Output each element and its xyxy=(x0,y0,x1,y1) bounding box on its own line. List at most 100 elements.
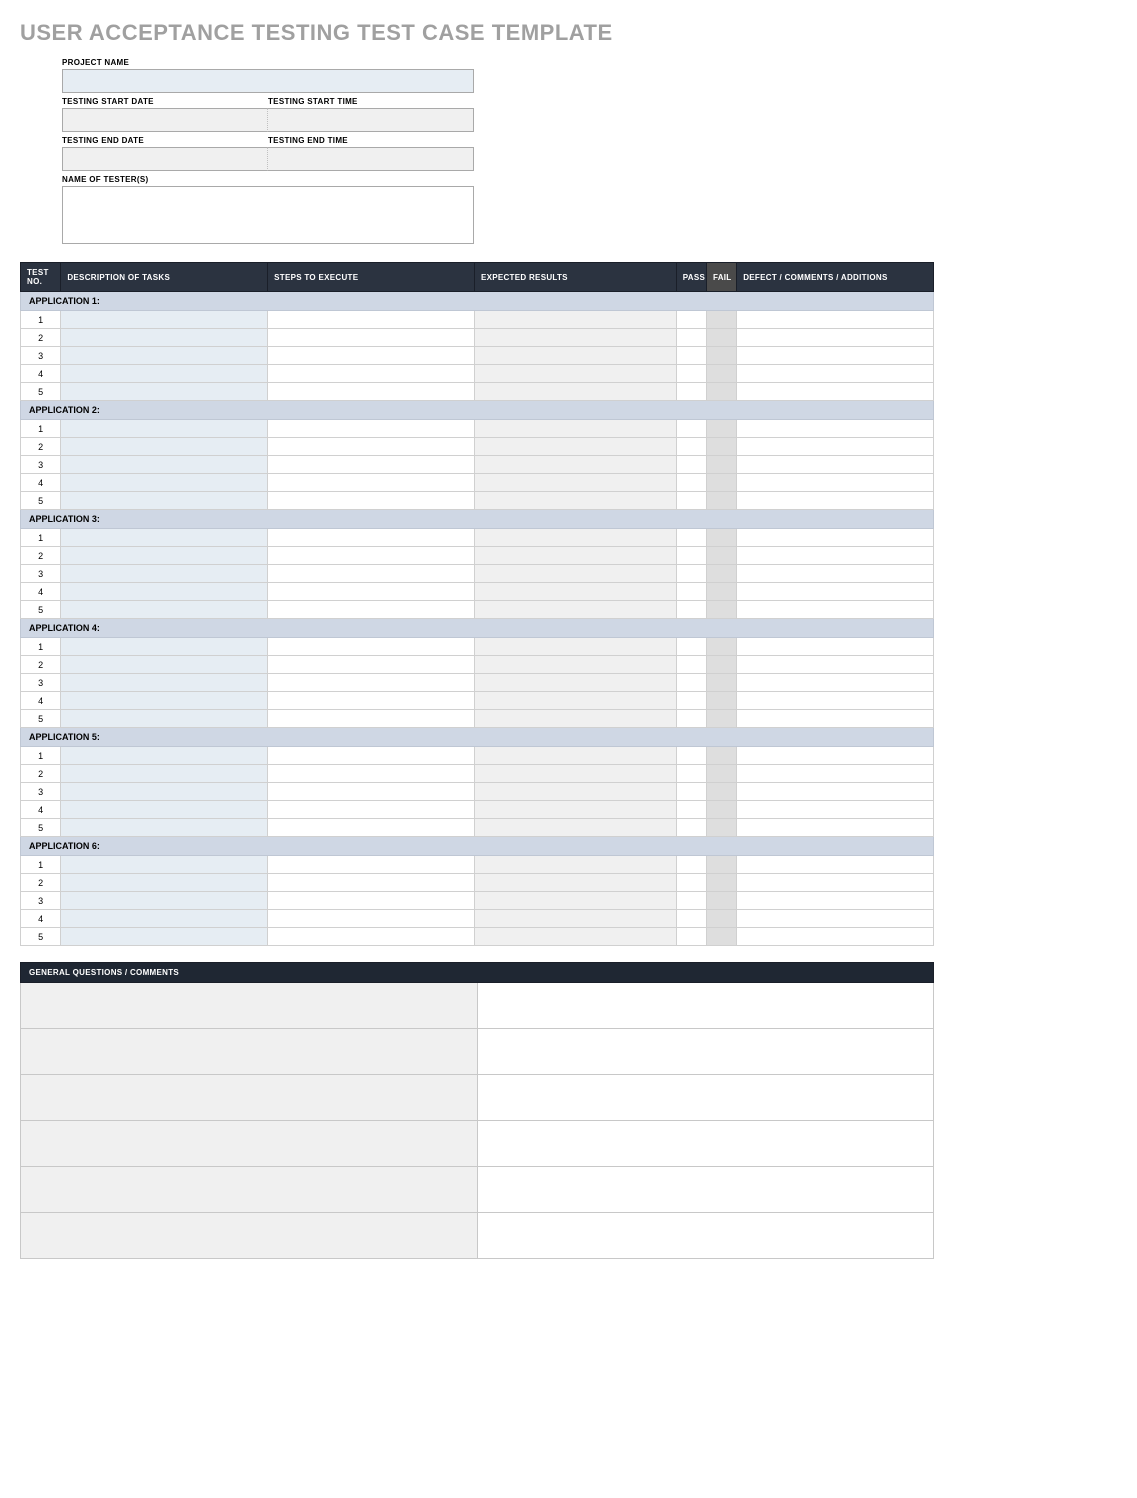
cell-pass[interactable] xyxy=(676,801,706,819)
cell-defect[interactable] xyxy=(737,874,934,892)
cell-steps[interactable] xyxy=(268,474,475,492)
cell-pass[interactable] xyxy=(676,928,706,946)
gq-comment-cell[interactable] xyxy=(477,983,934,1029)
cell-fail[interactable] xyxy=(706,656,736,674)
cell-test-no[interactable]: 3 xyxy=(21,456,61,474)
cell-fail[interactable] xyxy=(706,438,736,456)
field-start-date[interactable] xyxy=(62,108,268,132)
cell-pass[interactable] xyxy=(676,583,706,601)
cell-defect[interactable] xyxy=(737,456,934,474)
cell-pass[interactable] xyxy=(676,329,706,347)
cell-defect[interactable] xyxy=(737,765,934,783)
cell-defect[interactable] xyxy=(737,801,934,819)
cell-defect[interactable] xyxy=(737,710,934,728)
gq-comment-cell[interactable] xyxy=(477,1213,934,1259)
cell-description[interactable] xyxy=(61,765,268,783)
cell-pass[interactable] xyxy=(676,910,706,928)
cell-test-no[interactable]: 1 xyxy=(21,856,61,874)
cell-steps[interactable] xyxy=(268,311,475,329)
cell-expected[interactable] xyxy=(474,910,676,928)
cell-steps[interactable] xyxy=(268,801,475,819)
cell-steps[interactable] xyxy=(268,365,475,383)
cell-fail[interactable] xyxy=(706,874,736,892)
cell-description[interactable] xyxy=(61,456,268,474)
cell-fail[interactable] xyxy=(706,765,736,783)
cell-description[interactable] xyxy=(61,674,268,692)
field-end-time[interactable] xyxy=(268,147,474,171)
cell-pass[interactable] xyxy=(676,565,706,583)
cell-defect[interactable] xyxy=(737,474,934,492)
cell-test-no[interactable]: 3 xyxy=(21,565,61,583)
cell-description[interactable] xyxy=(61,928,268,946)
cell-test-no[interactable]: 4 xyxy=(21,474,61,492)
cell-steps[interactable] xyxy=(268,765,475,783)
cell-test-no[interactable]: 4 xyxy=(21,692,61,710)
cell-expected[interactable] xyxy=(474,928,676,946)
cell-fail[interactable] xyxy=(706,329,736,347)
cell-description[interactable] xyxy=(61,638,268,656)
cell-fail[interactable] xyxy=(706,783,736,801)
cell-test-no[interactable]: 5 xyxy=(21,601,61,619)
cell-defect[interactable] xyxy=(737,674,934,692)
cell-steps[interactable] xyxy=(268,420,475,438)
cell-description[interactable] xyxy=(61,474,268,492)
cell-pass[interactable] xyxy=(676,638,706,656)
gq-number-cell[interactable] xyxy=(21,1167,478,1213)
cell-steps[interactable] xyxy=(268,329,475,347)
cell-expected[interactable] xyxy=(474,874,676,892)
cell-defect[interactable] xyxy=(737,420,934,438)
cell-description[interactable] xyxy=(61,365,268,383)
cell-expected[interactable] xyxy=(474,529,676,547)
cell-defect[interactable] xyxy=(737,347,934,365)
cell-description[interactable] xyxy=(61,420,268,438)
cell-defect[interactable] xyxy=(737,638,934,656)
gq-number-cell[interactable] xyxy=(21,1029,478,1075)
cell-test-no[interactable]: 2 xyxy=(21,656,61,674)
cell-defect[interactable] xyxy=(737,492,934,510)
gq-number-cell[interactable] xyxy=(21,1213,478,1259)
cell-description[interactable] xyxy=(61,383,268,401)
cell-expected[interactable] xyxy=(474,456,676,474)
gq-comment-cell[interactable] xyxy=(477,1121,934,1167)
cell-pass[interactable] xyxy=(676,547,706,565)
cell-expected[interactable] xyxy=(474,856,676,874)
cell-pass[interactable] xyxy=(676,311,706,329)
gq-number-cell[interactable] xyxy=(21,1121,478,1167)
cell-defect[interactable] xyxy=(737,383,934,401)
cell-fail[interactable] xyxy=(706,583,736,601)
gq-comment-cell[interactable] xyxy=(477,1075,934,1121)
cell-test-no[interactable]: 5 xyxy=(21,383,61,401)
cell-expected[interactable] xyxy=(474,583,676,601)
cell-pass[interactable] xyxy=(676,347,706,365)
cell-description[interactable] xyxy=(61,565,268,583)
cell-description[interactable] xyxy=(61,529,268,547)
cell-defect[interactable] xyxy=(737,565,934,583)
cell-description[interactable] xyxy=(61,347,268,365)
field-start-time[interactable] xyxy=(268,108,474,132)
cell-defect[interactable] xyxy=(737,819,934,837)
cell-defect[interactable] xyxy=(737,438,934,456)
cell-test-no[interactable]: 3 xyxy=(21,347,61,365)
cell-description[interactable] xyxy=(61,601,268,619)
cell-pass[interactable] xyxy=(676,601,706,619)
cell-steps[interactable] xyxy=(268,347,475,365)
cell-fail[interactable] xyxy=(706,747,736,765)
cell-defect[interactable] xyxy=(737,747,934,765)
cell-steps[interactable] xyxy=(268,601,475,619)
cell-fail[interactable] xyxy=(706,692,736,710)
cell-description[interactable] xyxy=(61,801,268,819)
cell-test-no[interactable]: 2 xyxy=(21,438,61,456)
cell-description[interactable] xyxy=(61,547,268,565)
cell-description[interactable] xyxy=(61,710,268,728)
cell-pass[interactable] xyxy=(676,474,706,492)
field-project-name[interactable] xyxy=(62,69,474,93)
cell-description[interactable] xyxy=(61,819,268,837)
cell-steps[interactable] xyxy=(268,583,475,601)
cell-fail[interactable] xyxy=(706,601,736,619)
cell-expected[interactable] xyxy=(474,656,676,674)
cell-pass[interactable] xyxy=(676,420,706,438)
cell-defect[interactable] xyxy=(737,856,934,874)
cell-fail[interactable] xyxy=(706,311,736,329)
cell-defect[interactable] xyxy=(737,529,934,547)
cell-test-no[interactable]: 2 xyxy=(21,329,61,347)
